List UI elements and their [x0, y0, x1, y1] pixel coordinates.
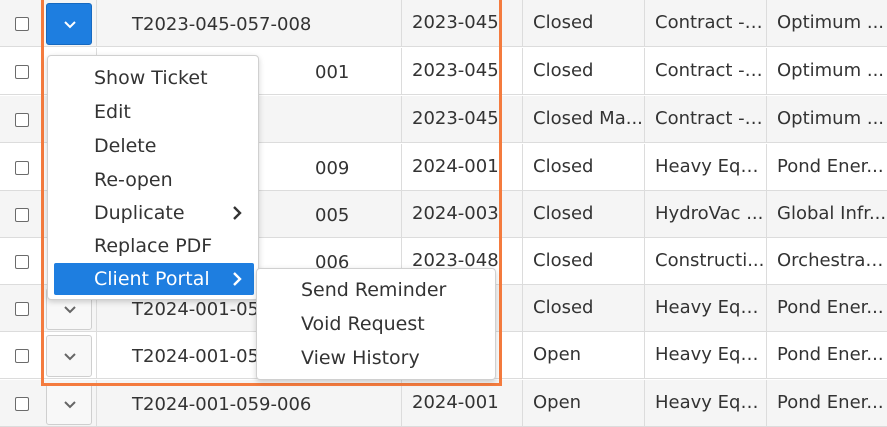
row-action-button[interactable] — [46, 335, 92, 377]
row-select-cell — [0, 380, 44, 427]
row-select-cell — [0, 0, 44, 47]
table-row[interactable]: T2023-045-057-008 2023-045 Closed Contra… — [0, 0, 887, 47]
row-action-cell — [44, 380, 96, 427]
row-action-button[interactable] — [46, 3, 92, 45]
menu-item-edit[interactable]: Edit — [54, 96, 254, 128]
menu-item-delete[interactable]: Delete — [54, 130, 254, 162]
job-number: 2023-045 — [401, 48, 522, 95]
ticket-number-fragment: 005 — [315, 205, 350, 226]
row-checkbox[interactable] — [15, 397, 29, 411]
job-number: 2023-045 — [401, 96, 522, 143]
row-select-cell — [0, 238, 44, 285]
chevron-right-icon — [233, 206, 242, 220]
row-select-cell — [0, 285, 44, 332]
ticket-number-fragment: 001 — [315, 62, 350, 83]
row-action-cell — [44, 0, 96, 47]
chevron-down-icon — [64, 401, 76, 409]
job-number: 2024-001 — [401, 380, 522, 427]
ticket-type: Contract - ... — [644, 0, 766, 47]
ticket-type: Contract - ... — [644, 96, 766, 143]
ticket-type: HydroVac ... — [644, 191, 766, 238]
chevron-right-icon — [233, 272, 242, 286]
status: Closed Ma... — [522, 96, 644, 143]
menu-item-label: Duplicate — [94, 202, 185, 224]
client-name: Pond Ener... — [766, 285, 887, 332]
ticket-number: T2023-045-057-008 — [96, 0, 401, 47]
menu-item-re-open[interactable]: Re-open — [54, 164, 254, 196]
status: Closed — [522, 191, 644, 238]
client-portal-submenu: Send Reminder Void Request View History — [256, 268, 496, 380]
row-checkbox[interactable] — [15, 255, 29, 269]
row-checkbox[interactable] — [15, 113, 29, 127]
menu-item-show-ticket[interactable]: Show Ticket — [54, 62, 254, 94]
menu-item-duplicate[interactable]: Duplicate — [54, 197, 254, 229]
client-name: Pond Ener... — [766, 332, 887, 379]
status: Closed — [522, 238, 644, 285]
ticket-type: Heavy Equ... — [644, 285, 766, 332]
job-number: 2023-045 — [401, 0, 522, 47]
row-action-button[interactable] — [46, 383, 92, 425]
chevron-down-icon — [64, 306, 76, 314]
row-action-cell — [44, 332, 96, 379]
status: Closed — [522, 0, 644, 47]
row-select-cell — [0, 96, 44, 143]
client-name: Optimum ... — [766, 48, 887, 95]
row-select-cell — [0, 191, 44, 238]
ticket-type: Heavy Equ... — [644, 144, 766, 191]
menu-item-replace-pdf[interactable]: Replace PDF — [54, 230, 254, 262]
row-checkbox[interactable] — [15, 161, 29, 175]
status: Closed — [522, 144, 644, 191]
client-name: Pond Ener... — [766, 144, 887, 191]
row-select-cell — [0, 48, 44, 95]
row-checkbox[interactable] — [15, 208, 29, 222]
row-checkbox[interactable] — [15, 65, 29, 79]
chevron-down-icon — [64, 353, 76, 361]
table-row[interactable]: T2024-001-059-006 2024-001 Open Heavy Eq… — [0, 380, 887, 427]
job-number: 2024-001 — [401, 144, 522, 191]
status: Closed — [522, 48, 644, 95]
row-checkbox[interactable] — [15, 17, 29, 31]
ticket-type: Heavy Equ... — [644, 332, 766, 379]
ticket-type: Contract - ... — [644, 48, 766, 95]
row-context-menu: Show Ticket Edit Delete Re-open Duplicat… — [47, 55, 259, 300]
status: Open — [522, 380, 644, 427]
row-select-cell — [0, 332, 44, 379]
client-name: Orchestra ... — [766, 238, 887, 285]
ticket-type: Heavy Equ... — [644, 380, 766, 427]
job-number: 2024-003 — [401, 191, 522, 238]
ticket-type: Constructi... — [644, 238, 766, 285]
row-checkbox[interactable] — [15, 349, 29, 363]
submenu-item-view-history[interactable]: View History — [257, 341, 495, 375]
chevron-down-icon — [64, 21, 76, 29]
submenu-item-send-reminder[interactable]: Send Reminder — [257, 273, 495, 307]
ticket-number: T2024-001-059-006 — [96, 380, 401, 427]
menu-item-client-portal[interactable]: Client Portal — [54, 263, 254, 295]
menu-item-label: Client Portal — [94, 268, 210, 290]
submenu-item-void-request[interactable]: Void Request — [257, 307, 495, 341]
status: Open — [522, 332, 644, 379]
status: Closed — [522, 285, 644, 332]
client-name: Optimum ... — [766, 96, 887, 143]
client-name: Optimum ... — [766, 0, 887, 47]
ticket-number-fragment: 009 — [315, 158, 350, 179]
client-name: Global Infr... — [766, 191, 887, 238]
client-name: Pond Ener... — [766, 380, 887, 427]
row-checkbox[interactable] — [15, 302, 29, 316]
row-select-cell — [0, 144, 44, 191]
